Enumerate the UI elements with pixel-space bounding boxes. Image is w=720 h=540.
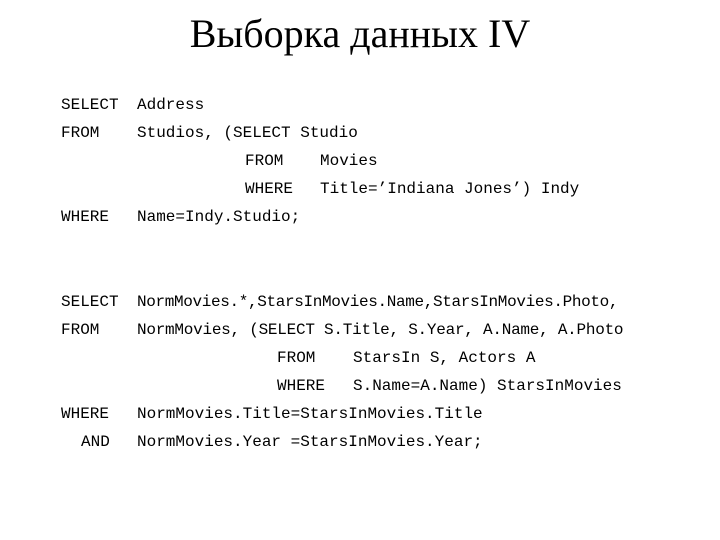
q1-sub-keyword-from: FROM: [245, 152, 284, 170]
q2-and-clause: NormMovies.Year =StarsInMovies.Year;: [137, 433, 483, 451]
q1-sub-keyword-where: WHERE: [245, 180, 294, 198]
q2-sub-keyword-from: FROM: [277, 349, 316, 367]
q1-where-clause: Name=Indy.Studio;: [137, 208, 301, 226]
q2-from-list: NormMovies, (SELECT S.Title, S.Year, A.N…: [137, 321, 624, 339]
q1-keyword-from: FROM: [61, 124, 100, 142]
q2-select-list: NormMovies.*,StarsInMovies.Name,StarsInM…: [137, 293, 619, 311]
q1-select-list: Address: [137, 96, 205, 114]
q1-sub-where-clause: Title=’Indiana Jones’) Indy: [320, 180, 580, 198]
q2-keyword-from: FROM: [61, 321, 100, 339]
q2-where-clause: NormMovies.Title=StarsInMovies.Title: [137, 405, 483, 423]
sql-code-block: SELECT Address FROM Studios, (SELECT Stu…: [0, 0, 720, 540]
q2-sub-where-clause: S.Name=A.Name) StarsInMovies: [353, 377, 622, 395]
q2-keyword-and: AND: [81, 433, 110, 451]
q1-keyword-where: WHERE: [61, 208, 110, 226]
q2-sub-from-list: StarsIn S, Actors A: [353, 349, 536, 367]
q1-from-list: Studios, (SELECT Studio: [137, 124, 358, 142]
q1-sub-from-list: Movies: [320, 152, 378, 170]
q1-keyword-select: SELECT: [61, 96, 119, 114]
q2-keyword-where: WHERE: [61, 405, 110, 423]
q2-sub-keyword-where: WHERE: [277, 377, 326, 395]
q2-keyword-select: SELECT: [61, 293, 119, 311]
